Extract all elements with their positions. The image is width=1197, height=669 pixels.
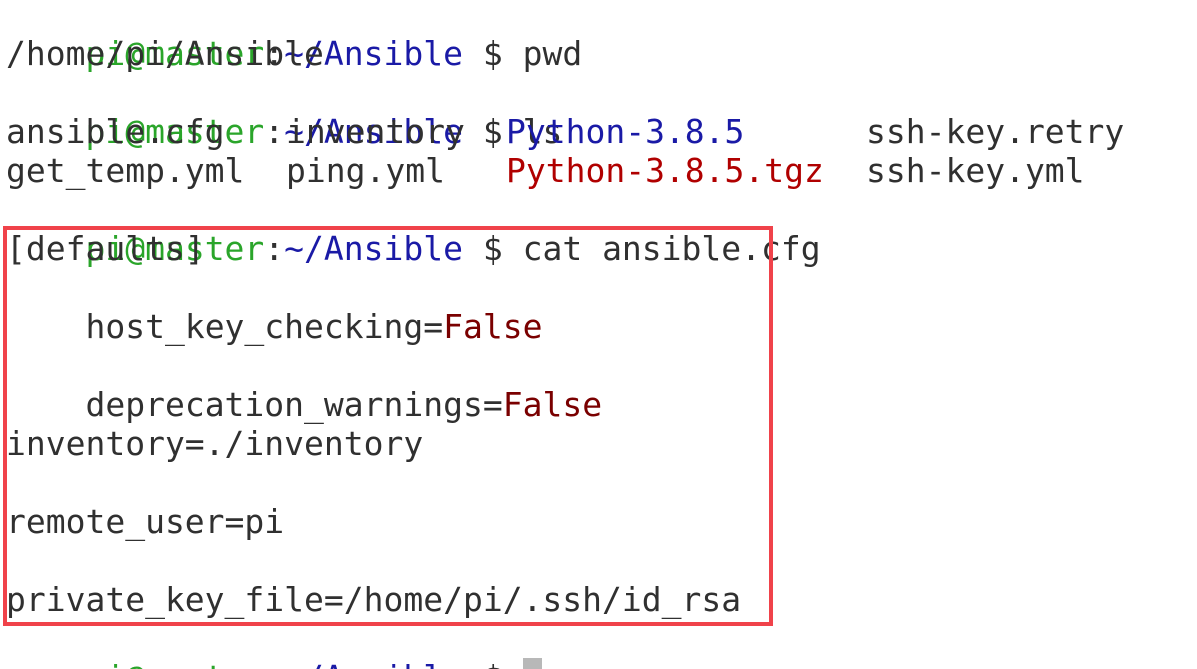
prompt-path: ~/Ansible (284, 229, 463, 268)
prompt-path: ~/Ansible (284, 658, 463, 669)
directory-entry: Python-3.8.5 (506, 112, 745, 151)
file-entry: get_temp.yml (6, 151, 245, 190)
config-key: host_key_checking= (85, 307, 444, 346)
file-entry: ssh-key.retry (866, 112, 1125, 151)
file-entry: ssh-key.yml (866, 151, 1085, 190)
terminal-window[interactable]: pi@master:~/Ansible $ pwd /home/pi/Ansib… (0, 0, 1197, 669)
prompt-line-current[interactable]: pi@master:~/Ansible $ (6, 619, 542, 669)
text-cursor[interactable] (522, 658, 542, 669)
config-line-inventory: inventory=./inventory (6, 424, 424, 463)
prompt-symbol: $ (463, 658, 523, 669)
config-line-host-key-checking: host_key_checking=False (6, 268, 542, 346)
file-entry: ansible.cfg (6, 112, 225, 151)
archive-entry: Python-3.8.5.tgz (506, 151, 824, 190)
config-value: False (443, 307, 543, 346)
config-key: deprecation_warnings= (85, 385, 503, 424)
prompt-symbol: $ (462, 34, 523, 73)
prompt-line-pwd: pi@master:~/Ansible $ pwd (6, 0, 582, 73)
config-value: False (502, 385, 603, 424)
prompt-user-host: pi@master (85, 658, 264, 669)
file-entry: ping.yml (286, 151, 445, 190)
ls-output-row: get_temp.yml ping.yml Python-3.8.5.tgz s… (6, 151, 1186, 190)
config-line-private-key-file: private_key_file=/home/pi/.ssh/id_rsa (6, 580, 742, 619)
config-line-deprecation-warnings: deprecation_warnings=False (6, 346, 602, 424)
ls-output-row: ansible.cfg inventory Python-3.8.5 ssh-k… (6, 112, 1186, 151)
prompt-line-ls: pi@master:~/Ansible $ ls (6, 73, 562, 151)
command-pwd: pwd (522, 34, 583, 73)
file-entry: inventory (286, 112, 465, 151)
prompt-separator: : (264, 229, 285, 268)
command-cat: cat ansible.cfg (522, 229, 821, 268)
prompt-line-cat: pi@master:~/Ansible $ cat ansible.cfg (6, 190, 820, 268)
config-section-header: [defaults] (6, 229, 205, 268)
pwd-output: /home/pi/Ansible (6, 34, 324, 73)
prompt-separator: : (264, 658, 284, 669)
config-line-remote-user: remote_user=pi (6, 502, 285, 541)
prompt-symbol: $ (462, 229, 523, 268)
